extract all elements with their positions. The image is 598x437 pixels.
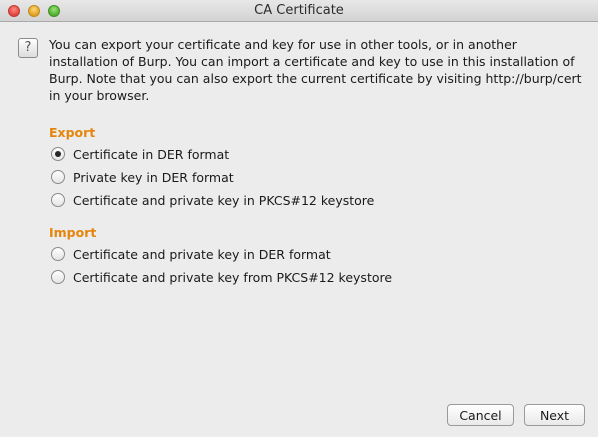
radio-button-selected[interactable] [51,147,65,161]
export-option-label: Certificate and private key in PKCS#12 k… [73,192,375,208]
export-option-private-key-der[interactable]: Private key in DER format [51,168,234,186]
export-option-pkcs12[interactable]: Certificate and private key in PKCS#12 k… [51,191,374,209]
ca-certificate-dialog: CA Certificate ? You can export your cer… [0,0,598,437]
help-icon: ? [18,38,38,58]
import-option-label: Certificate and private key in DER forma… [73,246,331,262]
window-title: CA Certificate [254,3,344,18]
radio-button[interactable] [51,270,65,284]
radio-button[interactable] [51,170,65,184]
import-option-der[interactable]: Certificate and private key in DER forma… [51,245,331,263]
cancel-button[interactable]: Cancel [447,404,514,426]
import-heading: Import [49,225,97,240]
radio-button[interactable] [51,247,65,261]
next-button[interactable]: Next [524,404,585,426]
description-text: You can export your certificate and key … [49,37,582,103]
title-bar: CA Certificate [0,0,598,22]
export-heading: Export [49,125,96,140]
import-option-label: Certificate and private key from PKCS#12… [73,269,393,285]
export-option-label: Private key in DER format [73,169,234,185]
import-option-pkcs12[interactable]: Certificate and private key from PKCS#12… [51,268,392,286]
export-option-certificate-der[interactable]: Certificate in DER format [51,145,229,163]
radio-button[interactable] [51,193,65,207]
export-option-label: Certificate in DER format [73,146,230,162]
